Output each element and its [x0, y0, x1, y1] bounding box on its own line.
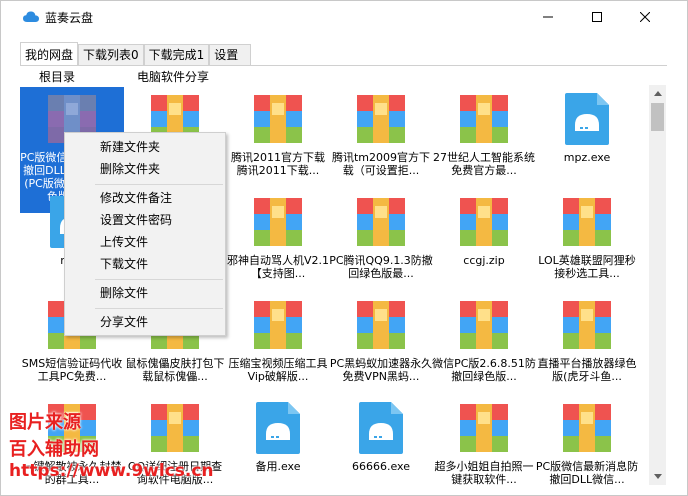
app-window: 蓝奏云盘 我的网盘 下载列表0 下载完成1 设置 根目录 电脑软件分享 PC版微…: [0, 0, 688, 496]
archive-file-icon: [458, 93, 510, 145]
file-item[interactable]: 压缩宝视频压缩工具Vip破解版...: [226, 293, 330, 397]
cloud-icon: [23, 11, 39, 22]
menu-new-folder[interactable]: 新建文件夹: [67, 136, 223, 158]
archive-file-icon: [355, 299, 407, 351]
file-item[interactable]: 微信PC版2.6.8.51防撤回绿色版...: [432, 293, 536, 397]
title-bar[interactable]: 蓝奏云盘: [1, 1, 687, 32]
archive-file-icon: [252, 196, 304, 248]
file-name: 鼠标傀儡皮肤打包下载鼠标傀儡...: [125, 357, 225, 383]
menu-delete-file[interactable]: 删除文件: [67, 282, 223, 304]
file-name: PC黑蚂蚁加速器永久免费VPN黑蚂...: [329, 357, 433, 383]
menu-set-password[interactable]: 设置文件密码: [67, 209, 223, 231]
menu-share-file[interactable]: 分享文件: [67, 311, 223, 333]
exe-file-icon: [355, 402, 407, 454]
archive-file-icon: [149, 402, 201, 454]
file-item[interactable]: 超多小姐姐自拍照一键获取软件...: [432, 396, 536, 485]
file-name: 微信PC版2.6.8.51防撤回绿色版...: [432, 357, 536, 383]
maximize-button[interactable]: [574, 1, 620, 32]
menu-download-file[interactable]: 下载文件: [67, 253, 223, 275]
file-name: 邪神自动骂人机V2.1【支持图...: [226, 254, 330, 280]
archive-file-icon: [458, 402, 510, 454]
exe-file-icon: [252, 402, 304, 454]
file-item[interactable]: PC黑蚂蚁加速器永久免费VPN黑蚂...: [329, 293, 433, 397]
file-name: 腾讯2011官方下载腾讯2011下载...: [231, 151, 325, 177]
archive-file-icon: [561, 299, 613, 351]
file-item[interactable]: PC腾讯QQ9.1.3防撤回绿色版最...: [329, 190, 433, 294]
breadcrumb: 根目录 电脑软件分享: [20, 66, 667, 85]
file-name: 直播平台播放器绿色版(虎牙斗鱼...: [537, 357, 637, 383]
watermark-line-3: https://www.9wlcs.cn: [9, 461, 214, 481]
file-item[interactable]: mpz.exe: [535, 87, 639, 191]
archive-file-icon: [561, 196, 613, 248]
exe-file-icon: [561, 93, 613, 145]
file-name: 66666.exe: [351, 460, 410, 473]
file-name: LOL英雄联盟阿狸秒接秒选工具...: [538, 254, 636, 280]
archive-file-icon: [252, 93, 304, 145]
file-item[interactable]: LOL英雄联盟阿狸秒接秒选工具...: [535, 190, 639, 294]
close-icon: [640, 11, 650, 22]
maximize-icon: [592, 11, 602, 22]
window-title: 蓝奏云盘: [45, 11, 94, 25]
minimize-button[interactable]: [525, 1, 571, 32]
chevron-down-icon: [653, 474, 662, 479]
archive-file-icon: [252, 299, 304, 351]
menu-upload-file[interactable]: 上传文件: [67, 231, 223, 253]
file-item[interactable]: ccgj.zip: [432, 190, 536, 294]
watermark-line-2: 百入辅助网: [9, 439, 99, 460]
file-name: PC腾讯QQ9.1.3防撤回绿色版最...: [329, 254, 433, 280]
file-item[interactable]: 邪神自动骂人机V2.1【支持图...: [226, 190, 330, 294]
breadcrumb-root[interactable]: 根目录: [39, 68, 75, 85]
file-name: 备用.exe: [255, 460, 301, 473]
file-name: PC版微信最新消息防撤回DLL微信...: [535, 460, 639, 485]
scroll-down-button[interactable]: [649, 468, 666, 485]
context-menu: 新建文件夹 删除文件夹 修改文件备注 设置文件密码 上传文件 下载文件 删除文件…: [64, 132, 226, 336]
breadcrumb-folder[interactable]: 电脑软件分享: [137, 68, 209, 85]
file-item[interactable]: 备用.exe: [226, 396, 330, 485]
file-item[interactable]: 直播平台播放器绿色版(虎牙斗鱼...: [535, 293, 639, 397]
minimize-icon: [543, 16, 553, 17]
archive-file-icon: [458, 196, 510, 248]
file-name: 27世纪人工智能系统免费官方最...: [433, 151, 535, 177]
file-item[interactable]: PC版微信最新消息防撤回DLL微信...: [535, 396, 639, 485]
archive-file-icon: [561, 402, 613, 454]
file-name: 超多小姐姐自拍照一键获取软件...: [434, 460, 534, 485]
close-button[interactable]: [622, 1, 668, 32]
file-name: SMS短信验证码代收工具PC免费...: [21, 357, 123, 383]
menu-separator: [95, 279, 223, 280]
file-name: 压缩宝视频压缩工具Vip破解版...: [228, 357, 328, 383]
tab-settings[interactable]: 设置: [209, 44, 252, 65]
chevron-up-icon: [653, 91, 662, 96]
tab-download-done[interactable]: 下载完成1: [143, 44, 210, 65]
menu-delete-folder[interactable]: 删除文件夹: [67, 158, 223, 180]
watermark-line-1: 图片来源: [9, 412, 81, 433]
file-item[interactable]: 66666.exe: [329, 396, 433, 485]
tab-my-disk[interactable]: 我的网盘: [20, 42, 79, 65]
file-item[interactable]: 腾讯tm2009官方下载（可设置拒...: [329, 87, 433, 191]
archive-file-icon: [355, 196, 407, 248]
file-item[interactable]: 27世纪人工智能系统免费官方最...: [432, 87, 536, 191]
tab-bar: 我的网盘 下载列表0 下载完成1 设置: [20, 42, 252, 65]
file-item[interactable]: 腾讯2011官方下载腾讯2011下载...: [226, 87, 330, 191]
menu-separator: [95, 184, 223, 185]
menu-edit-note[interactable]: 修改文件备注: [67, 187, 223, 209]
tab-download-list[interactable]: 下载列表0: [78, 44, 144, 65]
scroll-up-button[interactable]: [649, 85, 666, 102]
vertical-scrollbar[interactable]: [649, 85, 666, 485]
archive-file-icon: [458, 299, 510, 351]
archive-file-icon: [355, 93, 407, 145]
file-name: 腾讯tm2009官方下载（可设置拒...: [331, 151, 431, 177]
file-name: mpz.exe: [563, 151, 611, 164]
menu-separator: [95, 308, 223, 309]
file-name: ccgj.zip: [463, 254, 505, 267]
scrollbar-thumb[interactable]: [651, 103, 664, 131]
